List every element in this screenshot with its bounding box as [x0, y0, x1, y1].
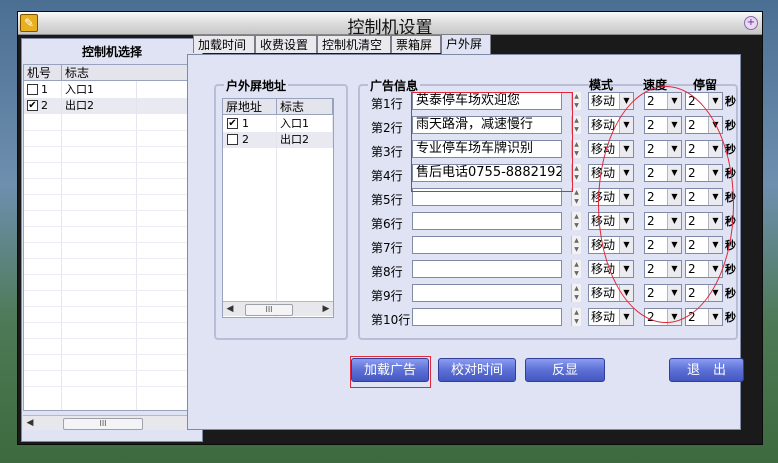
- ad-line-label: 第2行: [371, 121, 403, 135]
- column-header-mode: 模式: [589, 78, 614, 92]
- tab-outdoor-screen[interactable]: 户外屏: [441, 34, 491, 54]
- scroll-thumb[interactable]: III: [245, 304, 293, 316]
- ad-line-label: 第5行: [371, 193, 403, 207]
- mode-value: 移动: [591, 286, 616, 300]
- ad-line-spin-icon[interactable]: ▲ ▼: [571, 212, 581, 230]
- row-checkbox[interactable]: [227, 134, 238, 145]
- row-checkbox-checked[interactable]: ✔: [227, 118, 238, 129]
- annotation-rectangle: [411, 92, 573, 192]
- row-label: 入口1: [62, 82, 137, 98]
- chevron-down-icon[interactable]: ▼: [619, 309, 633, 325]
- row-label: 入口1: [277, 116, 333, 132]
- row-id: 1: [239, 116, 277, 132]
- readback-button[interactable]: 反显: [525, 358, 605, 382]
- seconds-label: 秒: [725, 95, 736, 108]
- ad-line-text-input[interactable]: [412, 308, 562, 326]
- mode-value: 移动: [591, 94, 616, 108]
- address-grid-hscroll[interactable]: ◀ III ▶: [223, 301, 333, 316]
- ad-line-text-input[interactable]: [412, 236, 562, 254]
- tab-fee-settings[interactable]: 收费设置: [255, 35, 317, 53]
- controller-select-panel: 控制机选择 机号 标志 1 入口1 ✔ 2 出口2 ◀ III: [21, 38, 203, 442]
- mode-value: 移动: [591, 310, 616, 324]
- plus-circle-icon[interactable]: +: [744, 16, 758, 30]
- tab-load-time[interactable]: 加载时间: [193, 35, 255, 53]
- row-checkbox[interactable]: [27, 84, 38, 95]
- sync-time-button[interactable]: 校对时间: [438, 358, 516, 382]
- chevron-down-icon[interactable]: ▼: [708, 309, 722, 325]
- seconds-label: 秒: [725, 287, 736, 300]
- column-header-stay: 停留: [693, 78, 718, 92]
- tab-ticket-screen[interactable]: 票箱屏: [391, 35, 441, 53]
- row-label: 出口2: [62, 98, 137, 114]
- row-checkbox-checked[interactable]: ✔: [27, 100, 38, 111]
- row-id: 2: [239, 132, 277, 148]
- ad-line-label: 第1行: [371, 97, 403, 111]
- outdoor-screen-tab-content: 户外屏地址 屏地址 标志 ✔ 1 入口1 2 出口2 ◀ III ▶ 广告信息: [187, 54, 744, 430]
- ad-line-label: 第7行: [371, 241, 403, 255]
- ad-line-spin-icon[interactable]: ▲ ▼: [571, 260, 581, 278]
- ad-line-spin-icon[interactable]: ▲ ▼: [571, 236, 581, 254]
- row-id: 2: [38, 98, 62, 114]
- ad-line-label: 第4行: [371, 169, 403, 183]
- seconds-label: 秒: [725, 263, 736, 276]
- column-header-flag[interactable]: 标志: [62, 65, 199, 81]
- tab-controller-clear[interactable]: 控制机清空: [317, 35, 391, 53]
- controller-row-2[interactable]: ✔ 2 出口2: [24, 98, 199, 114]
- column-header-flag[interactable]: 标志: [277, 99, 333, 115]
- ad-line-text-input[interactable]: [412, 284, 562, 302]
- mode-select[interactable]: 移动 ▼: [588, 308, 634, 326]
- row-id: 1: [38, 82, 62, 98]
- scroll-thumb[interactable]: III: [63, 418, 143, 430]
- ad-line-text-input[interactable]: [412, 212, 562, 230]
- column-header-id[interactable]: 机号: [24, 65, 62, 81]
- exit-button[interactable]: 退 出: [669, 358, 744, 382]
- chevron-down-icon[interactable]: ▼: [708, 93, 722, 109]
- ad-line-label: 第8行: [371, 265, 403, 279]
- ad-line-spin-icon[interactable]: ▲ ▼: [571, 308, 581, 326]
- left-grid-hscroll[interactable]: ◀ III ▶: [23, 415, 198, 430]
- address-row-1[interactable]: ✔ 1 入口1: [223, 116, 333, 132]
- controller-row-1[interactable]: 1 入口1: [24, 82, 199, 98]
- ad-line-label: 第6行: [371, 217, 403, 231]
- seconds-label: 秒: [725, 311, 736, 324]
- scroll-left-icon[interactable]: ◀: [23, 416, 37, 430]
- address-row-2[interactable]: 2 出口2: [223, 132, 333, 148]
- mode-value: 移动: [591, 118, 616, 132]
- outdoor-address-group: 户外屏地址 屏地址 标志 ✔ 1 入口1 2 出口2 ◀ III ▶: [214, 77, 348, 340]
- outdoor-address-title: 户外屏地址: [224, 77, 289, 94]
- ad-line-label: 第10行: [371, 313, 411, 327]
- ad-line-text-input[interactable]: [412, 260, 562, 278]
- scroll-left-icon[interactable]: ◀: [223, 302, 237, 316]
- controller-select-title: 控制机选择: [81, 45, 142, 59]
- scroll-right-icon[interactable]: ▶: [319, 302, 333, 316]
- outdoor-address-grid: 屏地址 标志 ✔ 1 入口1 2 出口2 ◀ III ▶: [222, 98, 334, 318]
- seconds-label: 秒: [725, 119, 736, 132]
- ad-line-label: 第3行: [371, 145, 403, 159]
- column-header-screen-address[interactable]: 屏地址: [223, 99, 277, 115]
- annotation-ellipse: [598, 86, 734, 323]
- annotation-button-highlight: [350, 356, 431, 388]
- row-label: 出口2: [277, 132, 333, 148]
- ad-line-spin-icon[interactable]: ▲ ▼: [571, 284, 581, 302]
- controller-grid: 机号 标志 1 入口1 ✔ 2 出口2: [23, 64, 200, 411]
- ad-line-label: 第9行: [371, 289, 403, 303]
- title-bar: ✎ 控制机设置 +: [18, 12, 762, 38]
